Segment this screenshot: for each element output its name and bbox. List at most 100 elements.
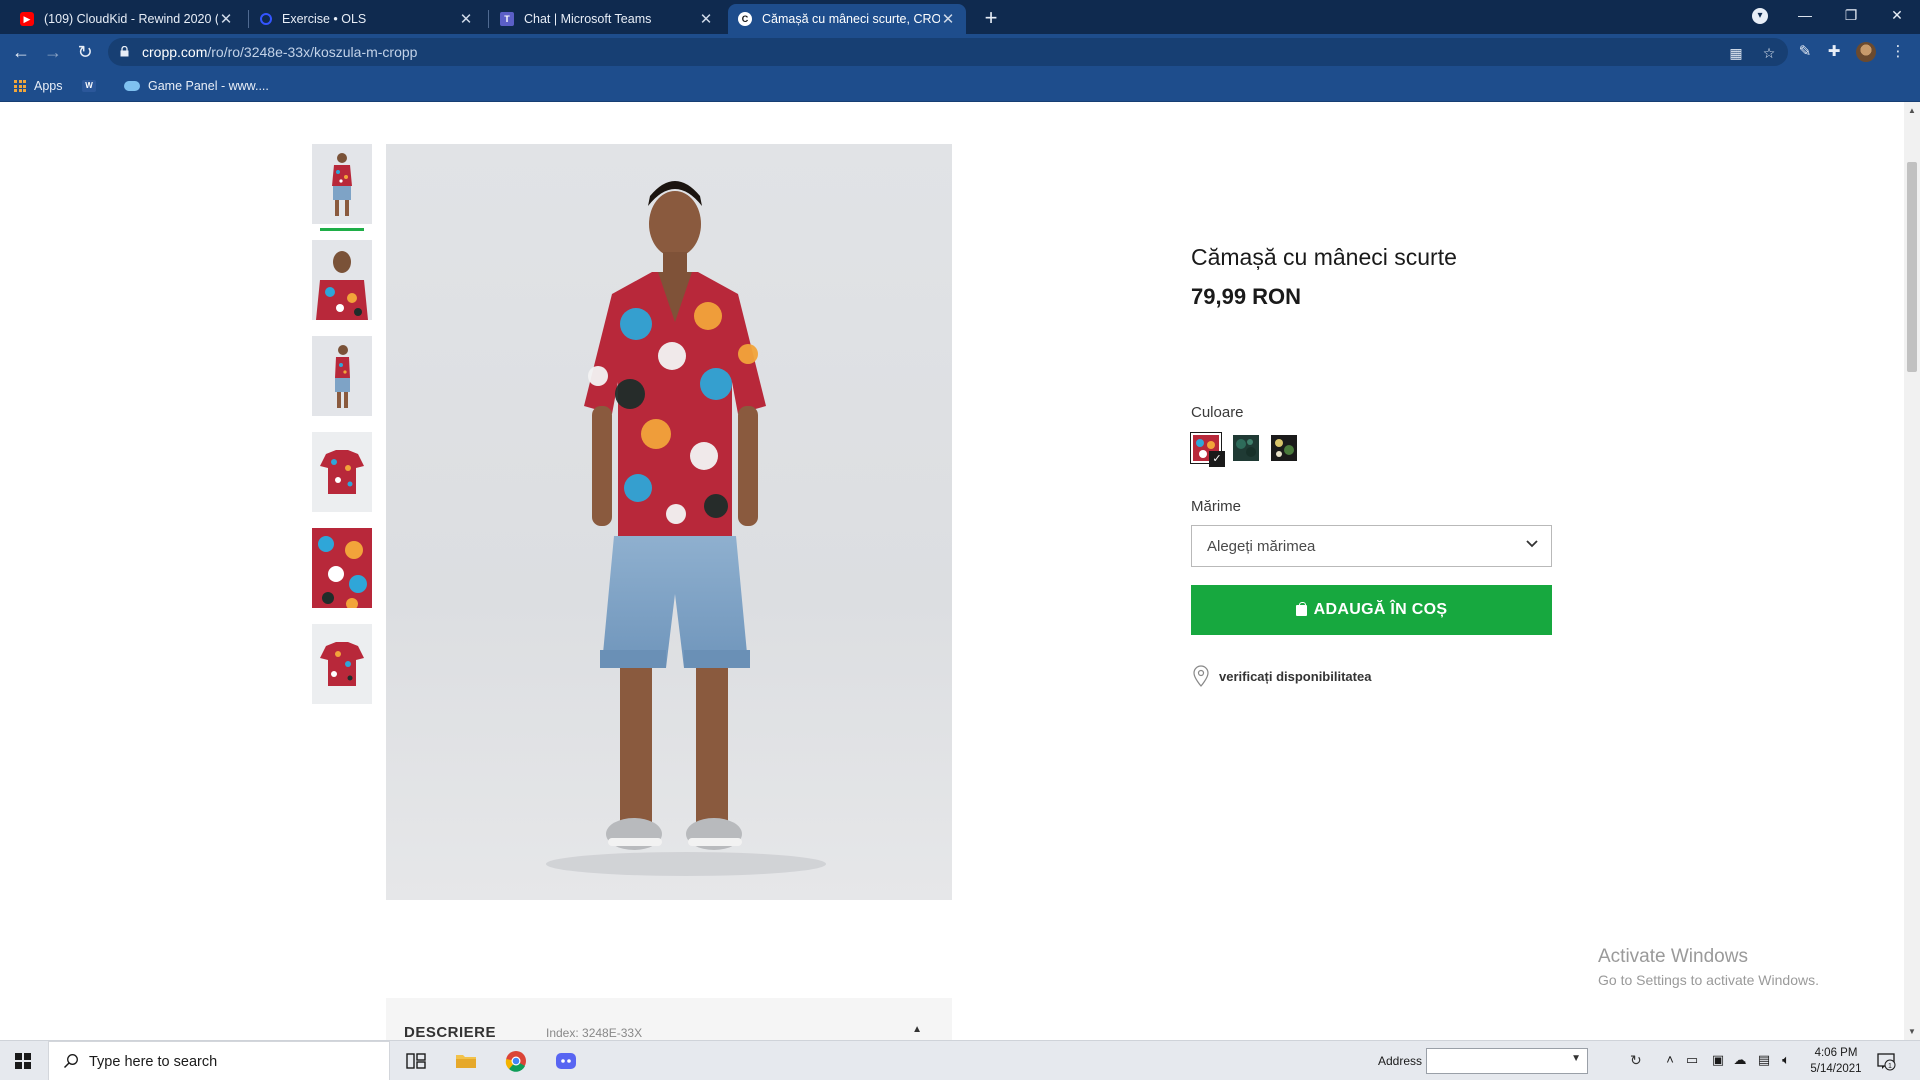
model-photo — [546, 181, 826, 876]
notification-center-icon[interactable]: 1 — [1876, 1051, 1896, 1071]
bookmark-label: Apps — [34, 79, 63, 93]
discord-icon[interactable] — [554, 1049, 578, 1073]
tab-youtube[interactable]: ▶ (109) CloudKid - Rewind 2020 (fe ✕ — [10, 4, 244, 34]
search-placeholder: Type here to search — [89, 1054, 218, 1070]
profile-avatar[interactable] — [1856, 42, 1876, 62]
url-text: cropp.com/ro/ro/3248e-33x/koszula-m-crop… — [142, 44, 418, 60]
color-swatch-dark-green-leaf[interactable] — [1233, 435, 1259, 461]
onedrive-icon[interactable]: ☁ — [1732, 1052, 1748, 1068]
device-icon[interactable]: ▤ — [1756, 1052, 1772, 1068]
search-icon — [63, 1054, 78, 1069]
page-scrollbar[interactable]: ▲ ▼ — [1904, 102, 1920, 1040]
chevron-up-icon[interactable]: ˄ — [1662, 1052, 1678, 1068]
tab-ols[interactable]: Exercise • OLS ✕ — [250, 4, 484, 34]
tab-cropp[interactable]: C Cămașă cu mâneci scurte, CROPP ✕ — [728, 4, 966, 34]
tab-title: Exercise • OLS — [282, 12, 367, 26]
lock-icon — [120, 46, 129, 57]
swatch-pattern — [1236, 439, 1256, 457]
bookmarks-bar: Apps W Game Panel - www.... — [0, 70, 1920, 102]
task-view-icon[interactable] — [404, 1049, 428, 1073]
bookmark-apps[interactable]: Apps — [14, 77, 63, 95]
product-title: Cămașă cu mâneci scurte — [1191, 244, 1457, 270]
notification-count: 1 — [1888, 1063, 1892, 1070]
swatch-pattern — [1275, 439, 1294, 457]
thumbnail-image — [316, 251, 368, 320]
color-swatch-black-tropical[interactable] — [1271, 435, 1297, 461]
thumbnail-closeup[interactable] — [312, 240, 372, 320]
location-pin-icon — [1193, 665, 1209, 687]
scroll-up-icon[interactable]: ▲ — [1908, 106, 1916, 115]
bookmark-star-icon[interactable]: ☆ — [1761, 45, 1777, 61]
network-icon[interactable]: ▭ — [1684, 1052, 1700, 1068]
qr-code-icon[interactable]: ▦ — [1728, 45, 1744, 61]
chrome-icon[interactable] — [504, 1049, 528, 1073]
taskbar-search-box[interactable]: Type here to search — [48, 1041, 390, 1080]
cropp-icon: C — [738, 12, 752, 26]
active-thumbnail-indicator — [320, 228, 364, 231]
minimize-button[interactable]: — — [1782, 0, 1828, 30]
color-swatch-red-floral[interactable]: ✓ — [1190, 432, 1225, 467]
close-icon[interactable]: ✕ — [940, 10, 956, 28]
add-to-cart-button[interactable]: ADAUGĂ ÎN COȘ — [1191, 585, 1552, 635]
check-icon: ✓ — [1209, 451, 1225, 467]
thumbnail-image — [332, 153, 352, 216]
scroll-down-icon[interactable]: ▼ — [1908, 1027, 1916, 1036]
chevron-up-icon: ▲ — [912, 1024, 922, 1035]
restore-button[interactable]: ❐ — [1828, 0, 1874, 30]
check-availability-link[interactable]: verificați disponibilitatea — [1193, 665, 1371, 687]
volume-icon[interactable]: 🔈︎ — [1778, 1052, 1794, 1068]
product-index: Index: 3248E-33X — [546, 1026, 643, 1040]
description-accordion[interactable]: DESCRIERE Index: 3248E-33X ▲ — [386, 998, 952, 1040]
cloud-icon — [124, 81, 140, 91]
bookmark-game-panel[interactable]: Game Panel - www.... — [124, 77, 269, 95]
windows-start-icon[interactable] — [15, 1053, 31, 1069]
teams-icon: T — [500, 12, 514, 26]
menu-kebab-icon[interactable]: ⋮ — [1889, 43, 1907, 61]
meet-now-icon[interactable]: ▣ — [1710, 1052, 1726, 1068]
tab-title: Chat | Microsoft Teams — [524, 12, 652, 26]
address-go-icon[interactable]: ↻ — [1630, 1052, 1642, 1069]
tab-title: Cămașă cu mâneci scurte, CROPP — [762, 12, 940, 26]
back-icon[interactable]: ← — [9, 40, 33, 64]
product-page: Cămașă cu mâneci scurte 79,99 RON Culoar… — [0, 102, 1904, 1040]
product-price: 79,99 RON — [1191, 284, 1302, 309]
size-dropdown[interactable]: Alegeți mărimea — [1191, 525, 1552, 567]
bookmark-word[interactable]: W — [82, 77, 104, 95]
file-explorer-icon[interactable] — [454, 1049, 478, 1073]
thumbnail-image — [335, 345, 350, 408]
thumbnail-side[interactable] — [312, 336, 372, 416]
extensions-puzzle-icon[interactable]: ✚ — [1825, 43, 1843, 61]
watermark-title: Activate Windows — [1598, 946, 1748, 967]
product-main-image[interactable] — [386, 144, 952, 900]
scrollbar-thumb[interactable] — [1907, 162, 1917, 372]
apps-grid-icon — [14, 80, 26, 92]
new-tab-button[interactable]: + — [978, 6, 1004, 32]
thumbnail-image — [320, 642, 364, 686]
reload-icon[interactable]: ↻ — [73, 40, 97, 64]
thumbnail-fabric-detail[interactable] — [312, 528, 372, 608]
extension-pen-icon[interactable]: ✎ — [1796, 43, 1814, 61]
thumbnail-shirt-back[interactable] — [312, 624, 372, 704]
close-icon[interactable]: ✕ — [458, 10, 474, 28]
close-icon[interactable]: ✕ — [218, 10, 234, 28]
close-icon[interactable]: ✕ — [698, 10, 714, 28]
thumbnail-front-full[interactable] — [312, 144, 372, 224]
browser-tab-strip: ▶ (109) CloudKid - Rewind 2020 (fe ✕ Exe… — [0, 0, 1920, 34]
clock-date: 5/14/2021 — [1810, 1063, 1862, 1075]
address-bar[interactable]: cropp.com/ro/ro/3248e-33x/koszula-m-crop… — [108, 38, 1788, 66]
tab-teams[interactable]: T Chat | Microsoft Teams ✕ — [490, 4, 724, 34]
shopping-bag-icon — [1295, 601, 1307, 616]
chevron-down-icon[interactable]: ▼ — [1571, 1053, 1581, 1064]
size-placeholder: Alegeți mărimea — [1207, 538, 1316, 555]
description-label: DESCRIERE — [404, 1024, 497, 1040]
system-clock[interactable]: 4:06 PM 5/14/2021 — [1808, 1045, 1864, 1077]
forward-icon[interactable]: → — [41, 40, 65, 64]
download-icon[interactable]: ▾ — [1752, 8, 1768, 24]
close-window-button[interactable]: ✕ — [1874, 0, 1920, 30]
tab-divider — [248, 10, 249, 28]
browser-toolbar: ← → ↻ cropp.com/ro/ro/3248e-33x/koszula-… — [0, 34, 1920, 70]
thumbnail-image — [320, 450, 364, 494]
thumbnail-shirt-front[interactable] — [312, 432, 372, 512]
address-toolbar-input[interactable]: ▼ — [1426, 1048, 1588, 1074]
word-icon: W — [82, 80, 96, 92]
